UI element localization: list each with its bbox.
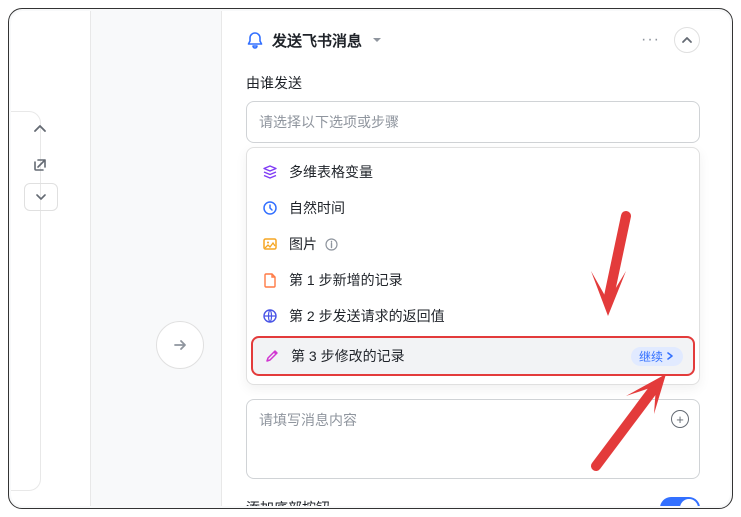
dropdown-item-label: 第 2 步发送请求的返回值 (289, 306, 445, 326)
insert-variable-button[interactable]: + (671, 410, 689, 428)
footer-button-label: 添加底部按钮 (246, 498, 330, 506)
sender-select[interactable]: 请选择以下选项或步骤 (246, 101, 700, 143)
continue-tag[interactable]: 继续 (631, 347, 683, 366)
image-icon (261, 235, 279, 253)
panel-title: 发送飞书消息 (246, 30, 382, 51)
dropdown-item-label: 图片 (289, 234, 317, 254)
sender-placeholder: 请选择以下选项或步骤 (259, 114, 399, 130)
more-actions-button[interactable]: ··· (641, 31, 660, 49)
dropdown-item-multidim-var[interactable]: 多维表格变量 (247, 154, 699, 190)
app-frame: 发送飞书消息 ··· 由谁发送 请选择以下选项或步骤 (8, 8, 733, 509)
external-link-icon[interactable] (20, 147, 60, 183)
panel-header: 发送飞书消息 ··· (246, 27, 700, 53)
caret-down-icon[interactable] (372, 35, 382, 45)
sender-dropdown: 多维表格变量 自然时间 图片 (246, 147, 700, 385)
next-step-arrow-button[interactable] (156, 321, 204, 369)
footer-button-row: 添加底部按钮 (246, 497, 700, 506)
bell-icon (246, 31, 264, 49)
clock-icon (261, 199, 279, 217)
dropdown-item-label: 自然时间 (289, 198, 345, 218)
dropdown-item-label: 多维表格变量 (289, 162, 373, 182)
continue-label: 继续 (639, 348, 663, 365)
dropdown-item-natural-time[interactable]: 自然时间 (247, 190, 699, 226)
chevron-up-icon[interactable] (20, 111, 60, 147)
app-inner: 发送飞书消息 ··· 由谁发送 请选择以下选项或步骤 (11, 11, 730, 506)
footer-button-toggle[interactable] (660, 497, 700, 506)
config-panel: 发送飞书消息 ··· 由谁发送 请选择以下选项或步骤 (221, 11, 730, 506)
dropdown-item-step3[interactable]: 第 3 步修改的记录 继续 (251, 336, 695, 376)
dropdown-item-image[interactable]: 图片 (247, 226, 699, 262)
dropdown-item-step1[interactable]: 第 1 步新增的记录 (247, 262, 699, 298)
left-sidebar (11, 11, 91, 506)
dropdown-item-step2[interactable]: 第 2 步发送请求的返回值 (247, 298, 699, 334)
message-textarea[interactable]: 请填写消息内容 + (246, 399, 700, 479)
layers-icon (261, 163, 279, 181)
message-placeholder: 请填写消息内容 (259, 412, 357, 428)
edit-icon (263, 347, 281, 365)
globe-icon (261, 307, 279, 325)
dropdown-item-label: 第 1 步新增的记录 (289, 270, 403, 290)
dropdown-item-label: 第 3 步修改的记录 (291, 346, 405, 366)
dropdown-caret-icon[interactable] (24, 183, 58, 211)
document-icon (261, 271, 279, 289)
info-icon[interactable] (325, 238, 338, 251)
sender-label: 由谁发送 (246, 73, 700, 93)
panel-title-text: 发送飞书消息 (272, 30, 362, 51)
collapse-button[interactable] (674, 27, 700, 53)
